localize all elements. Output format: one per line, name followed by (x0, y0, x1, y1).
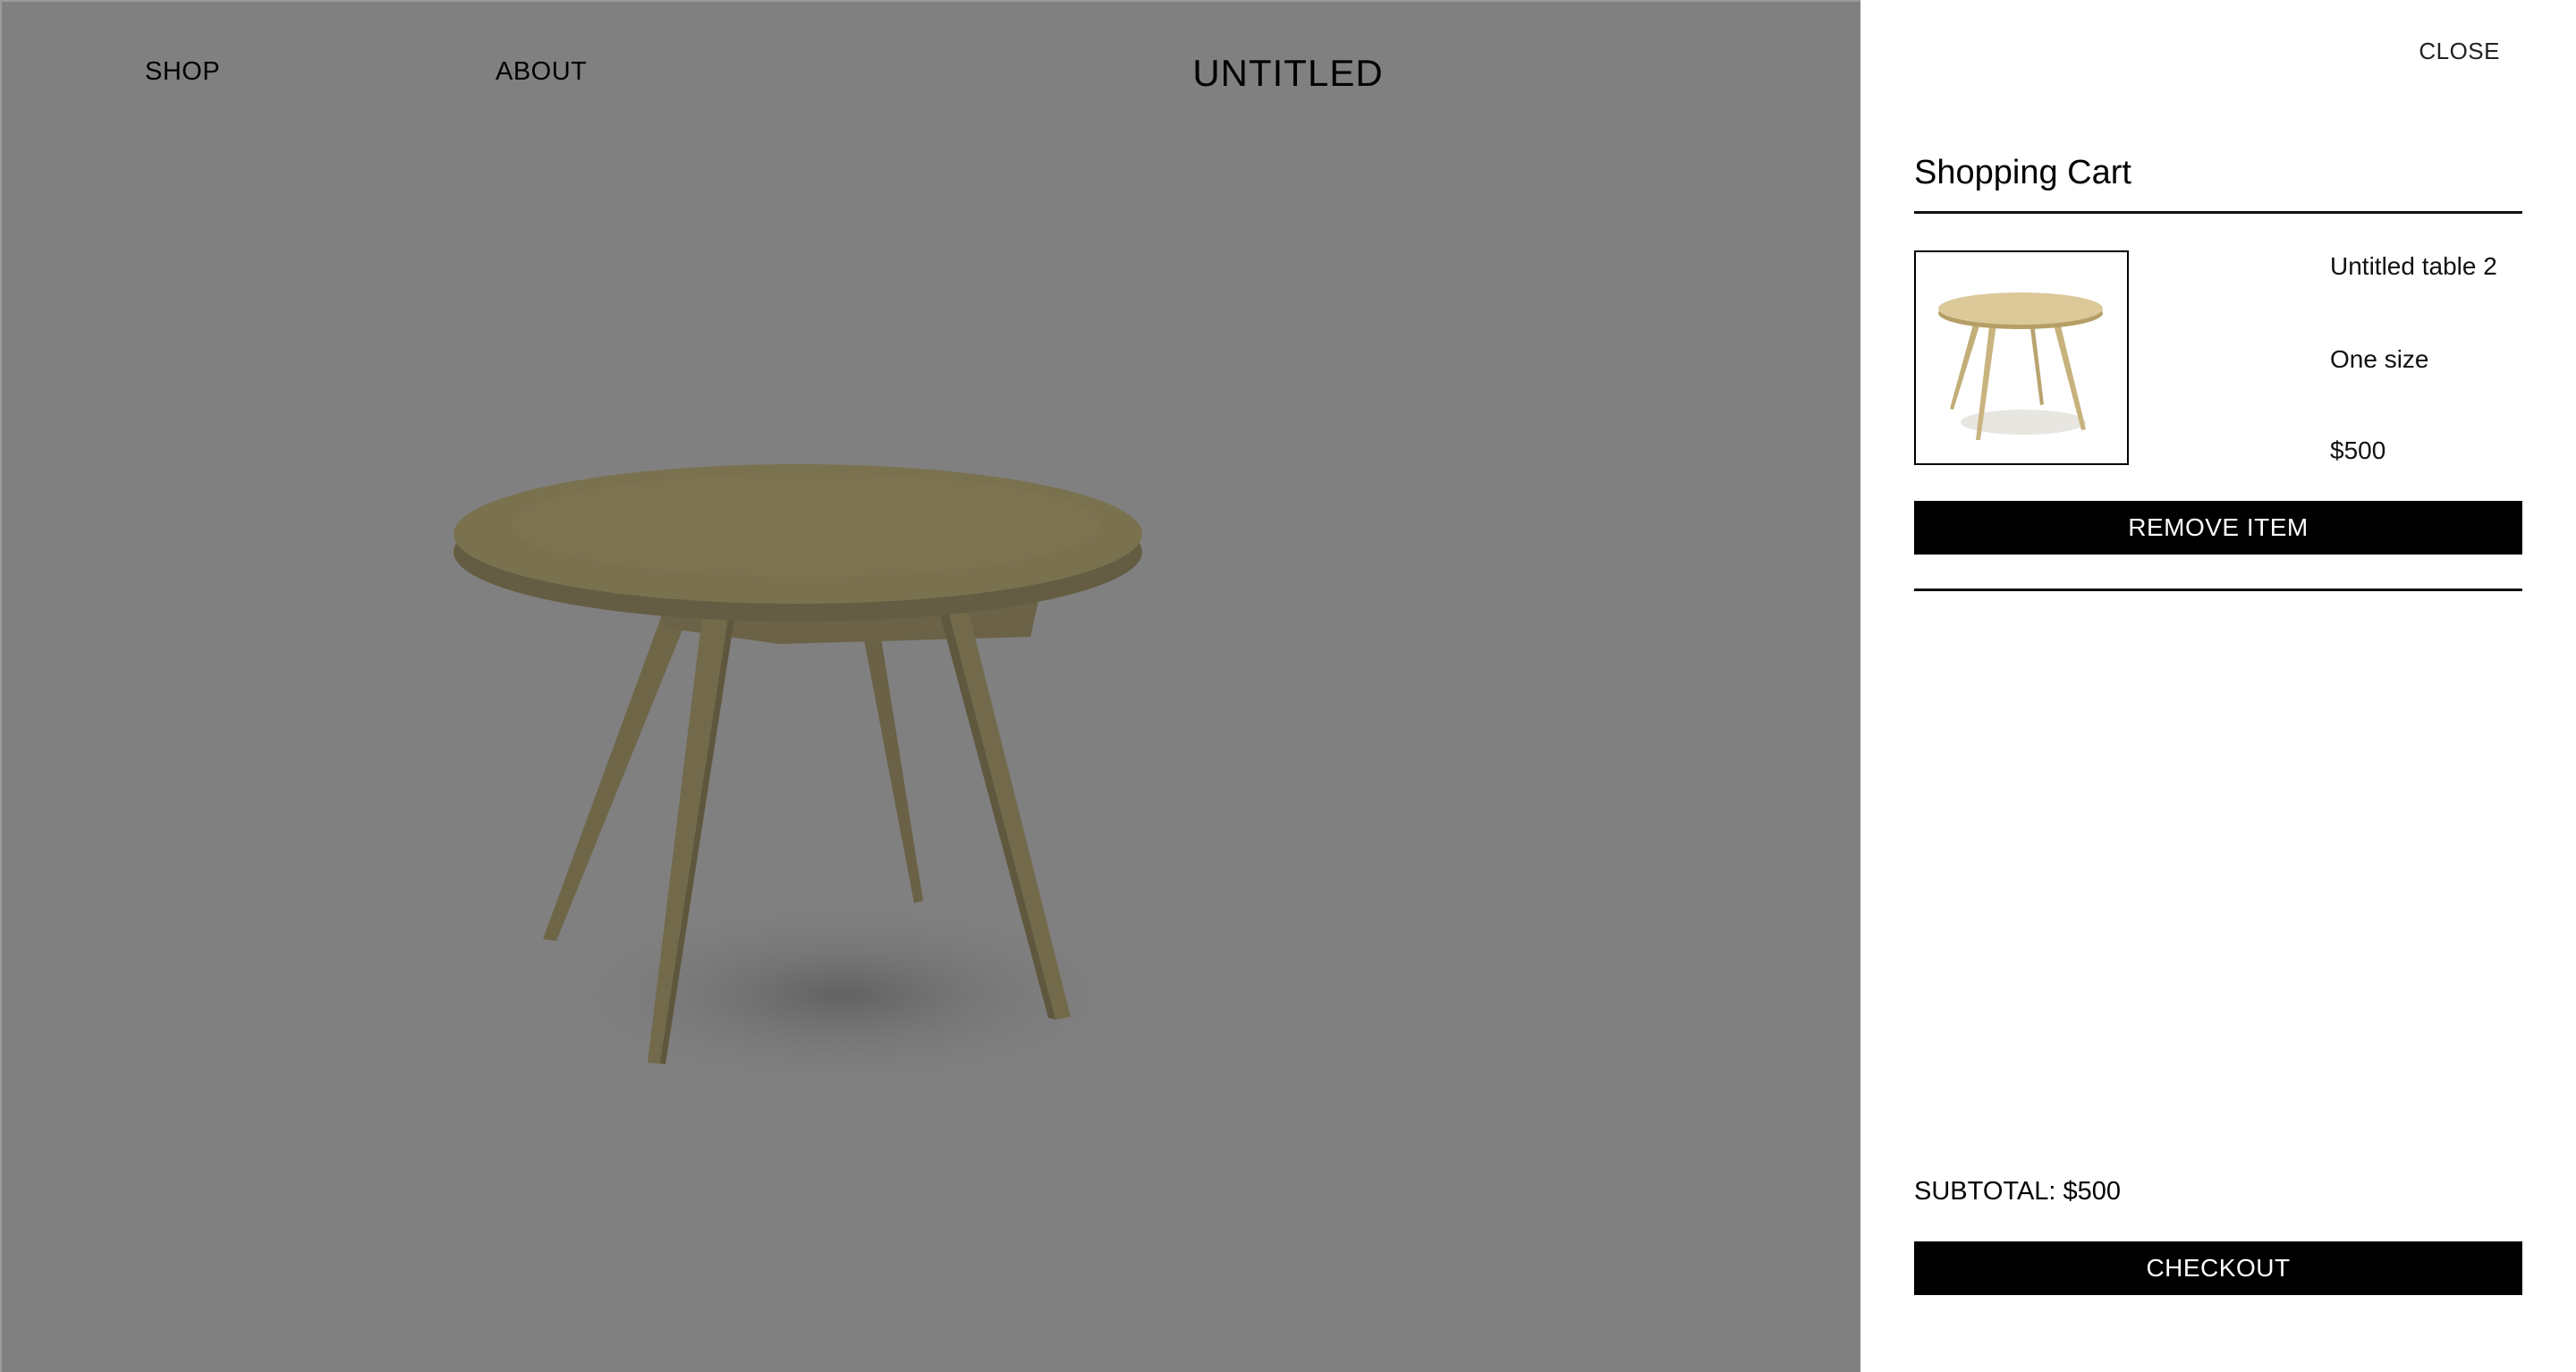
nav-about-link[interactable]: ABOUT (496, 57, 587, 87)
page: SHOP ABOUT UNTITLED CLOSE Shopping Cart … (0, 0, 2576, 1372)
nav-shop-link[interactable]: SHOP (145, 57, 220, 87)
divider (1914, 211, 2522, 214)
cart-item-size: One size (2330, 345, 2429, 373)
cart-title: Shopping Cart (1914, 154, 2131, 191)
close-cart-button[interactable]: CLOSE (2419, 38, 2500, 65)
hero-product-image (453, 464, 1142, 1093)
checkout-button[interactable]: CHECKOUT (1914, 1241, 2522, 1295)
brand-logo[interactable]: UNTITLED (1192, 52, 1383, 94)
divider (1914, 589, 2522, 591)
store-overlay[interactable]: SHOP ABOUT UNTITLED (0, 0, 1860, 1372)
cart-item-price: $500 (2330, 436, 2386, 464)
cart-item-thumbnail[interactable] (1914, 250, 2129, 465)
cart-item-name[interactable]: Untitled table 2 (2330, 252, 2497, 281)
remove-item-button[interactable]: REMOVE ITEM (1914, 501, 2522, 555)
shopping-cart-drawer: CLOSE Shopping Cart Untitled table 2 One… (1860, 0, 2576, 1372)
table-thumbnail-icon (1938, 292, 2103, 440)
cart-subtotal: SUBTOTAL: $500 (1914, 1177, 2122, 1206)
